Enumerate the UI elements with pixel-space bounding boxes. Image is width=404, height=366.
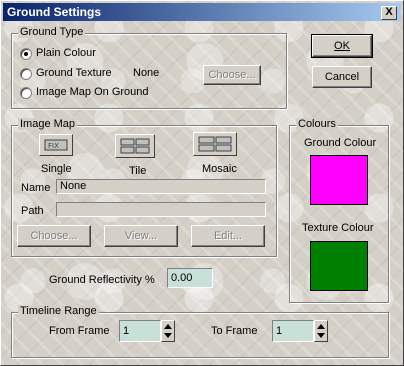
ground-colour-label: Ground Colour <box>304 137 377 149</box>
tile-mode-button[interactable] <box>115 134 155 158</box>
ground-texture-choose-button[interactable]: Choose... <box>203 65 261 85</box>
to-frame-spinner[interactable] <box>314 320 328 342</box>
cancel-button[interactable]: Cancel <box>312 66 372 88</box>
ground-colour-swatch[interactable] <box>310 155 368 205</box>
single-image-icon: FIX <box>44 139 68 151</box>
path-field[interactable] <box>56 202 266 217</box>
name-field[interactable]: None <box>56 179 266 194</box>
texture-colour-label: Texture Colour <box>302 222 374 234</box>
svg-text:FIX: FIX <box>48 142 59 150</box>
mosaic-mode-label: Mosaic <box>202 163 237 175</box>
image-choose-button[interactable]: Choose... <box>17 225 91 247</box>
title-bar: Ground Settings X <box>3 3 401 21</box>
to-frame-input[interactable]: 1 <box>272 320 314 342</box>
timeline-range-title: Timeline Range <box>18 305 99 317</box>
path-label: Path <box>21 205 44 217</box>
from-frame-label: From Frame <box>49 325 110 337</box>
tile-image-icon <box>120 138 150 154</box>
from-frame-spinner[interactable] <box>161 320 175 342</box>
ground-settings-dialog: Ground Settings X Ground Type Plain Colo… <box>0 0 404 366</box>
ground-texture-label[interactable]: Ground Texture <box>36 67 112 79</box>
image-view-button[interactable]: View... <box>104 225 178 247</box>
from-frame-input[interactable]: 1 <box>119 320 161 342</box>
ground-texture-value: None <box>133 67 160 79</box>
window-title: Ground Settings <box>7 5 101 19</box>
reflectivity-label: Ground Reflectivity % <box>49 274 155 286</box>
ground-type-title: Ground Type <box>18 26 86 38</box>
colours-title: Colours <box>296 118 338 130</box>
tile-mode-label: Tile <box>129 165 147 177</box>
texture-colour-swatch[interactable] <box>310 241 368 291</box>
close-button[interactable]: X <box>381 6 397 20</box>
spinner-arrows-icon <box>317 324 325 338</box>
image-map-on-ground-radio[interactable] <box>20 87 32 99</box>
name-label: Name <box>21 182 51 194</box>
reflectivity-input[interactable]: 0.00 <box>167 268 213 288</box>
mosaic-image-icon <box>198 136 232 152</box>
spinner-arrows-icon <box>164 324 172 338</box>
image-map-title: Image Map <box>18 118 78 130</box>
image-map-on-ground-label[interactable]: Image Map On Ground <box>36 86 149 98</box>
single-mode-button[interactable]: FIX <box>39 134 73 156</box>
mosaic-mode-button[interactable] <box>193 132 237 156</box>
cancel-button-label: Cancel <box>324 71 360 83</box>
image-edit-button[interactable]: Edit... <box>191 225 265 247</box>
plain-colour-label[interactable]: Plain Colour <box>36 47 96 59</box>
ground-texture-radio[interactable] <box>20 68 32 80</box>
plain-colour-radio[interactable] <box>20 48 32 60</box>
ok-button-label: OK <box>334 40 350 52</box>
ok-button[interactable]: OK <box>311 34 373 58</box>
to-frame-label: To Frame <box>211 325 258 337</box>
single-mode-label: Single <box>41 163 72 175</box>
